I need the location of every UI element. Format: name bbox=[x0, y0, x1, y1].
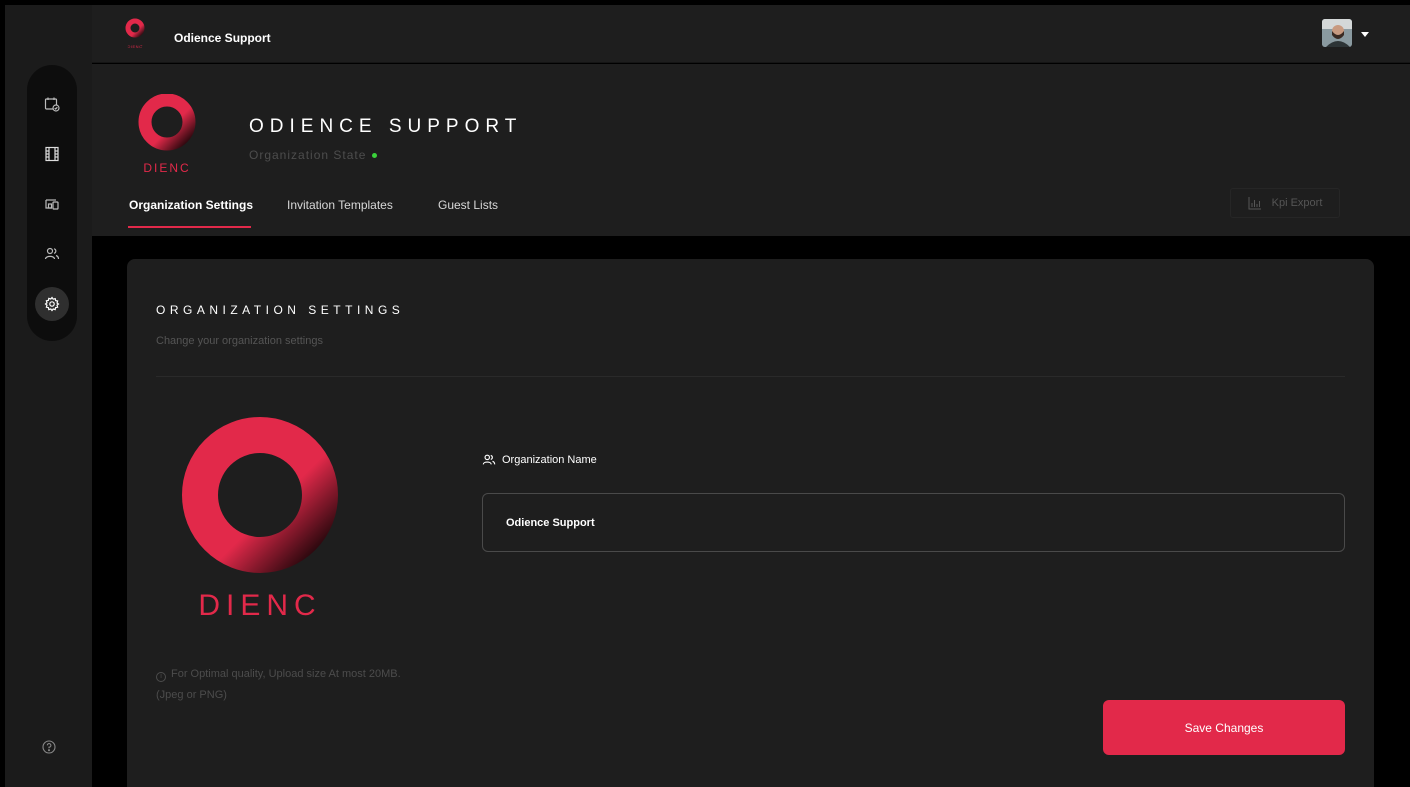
active-tab-indicator bbox=[128, 226, 251, 228]
sidebar-item-settings[interactable] bbox=[35, 287, 69, 321]
left-sidebar bbox=[5, 5, 92, 787]
org-name-label: Organization Name bbox=[482, 453, 597, 467]
section-title: ORGANIZATION SETTINGS bbox=[156, 303, 405, 317]
help-circle-icon[interactable] bbox=[41, 739, 57, 755]
org-state: Organization State bbox=[249, 148, 378, 162]
top-bar: ƆIENƇ Odience Support bbox=[92, 5, 1410, 63]
big-logo-wordmark: DIENC bbox=[198, 589, 321, 622]
bar-chart-icon bbox=[1248, 197, 1261, 210]
odience-logo: ƆIENƇ bbox=[125, 18, 145, 49]
sidebar-nav bbox=[27, 65, 77, 341]
settings-gear-icon bbox=[44, 296, 60, 312]
users-icon bbox=[482, 454, 496, 465]
film-strip-icon bbox=[45, 146, 59, 162]
section-subtitle: Change your organization settings bbox=[156, 335, 323, 347]
org-logo-upload[interactable]: DIENC bbox=[180, 415, 340, 625]
sidebar-item-users[interactable] bbox=[39, 241, 65, 267]
upload-hint: i For Optimal quality, Upload size At mos… bbox=[156, 664, 416, 706]
users-icon bbox=[44, 247, 60, 260]
tab-organization-settings[interactable]: Organization Settings bbox=[129, 198, 253, 212]
org-name-input[interactable] bbox=[482, 493, 1345, 552]
calendar-check-icon bbox=[44, 97, 60, 112]
org-name: ODIENCE SUPPORT bbox=[249, 116, 523, 137]
app-title: Odience Support bbox=[174, 31, 271, 45]
user-avatar-image bbox=[1322, 19, 1352, 47]
tab-invitation-templates[interactable]: Invitation Templates bbox=[287, 198, 393, 212]
kpi-export-label: Kpi Export bbox=[1271, 197, 1323, 209]
org-logo-wordmark: DIENC bbox=[143, 161, 190, 175]
svg-text:ƆIENƇ: ƆIENƇ bbox=[128, 44, 144, 49]
info-icon: i bbox=[156, 672, 166, 682]
account-menu-caret-icon[interactable] bbox=[1361, 32, 1369, 37]
organization-settings-card: ORGANIZATION SETTINGS Change your organi… bbox=[127, 259, 1374, 787]
divider bbox=[156, 376, 1345, 377]
org-state-label: Organization State bbox=[249, 148, 367, 162]
kpi-export-button[interactable]: Kpi Export bbox=[1230, 188, 1340, 218]
org-logo: DIENC bbox=[138, 94, 196, 175]
avatar[interactable] bbox=[1322, 19, 1352, 47]
save-changes-button[interactable]: Save Changes bbox=[1103, 700, 1345, 755]
org-name-label-text: Organization Name bbox=[502, 454, 597, 466]
devices-icon bbox=[45, 199, 59, 210]
sidebar-item-events[interactable] bbox=[39, 91, 65, 117]
upload-hint-text: For Optimal quality, Upload size At most… bbox=[156, 668, 401, 701]
tab-guest-lists[interactable]: Guest Lists bbox=[438, 198, 498, 212]
status-dot-icon bbox=[372, 153, 378, 158]
org-header: DIENC ODIENCE SUPPORT Organization State… bbox=[92, 64, 1410, 236]
sidebar-item-devices[interactable] bbox=[39, 191, 65, 217]
sidebar-item-media[interactable] bbox=[39, 141, 65, 167]
